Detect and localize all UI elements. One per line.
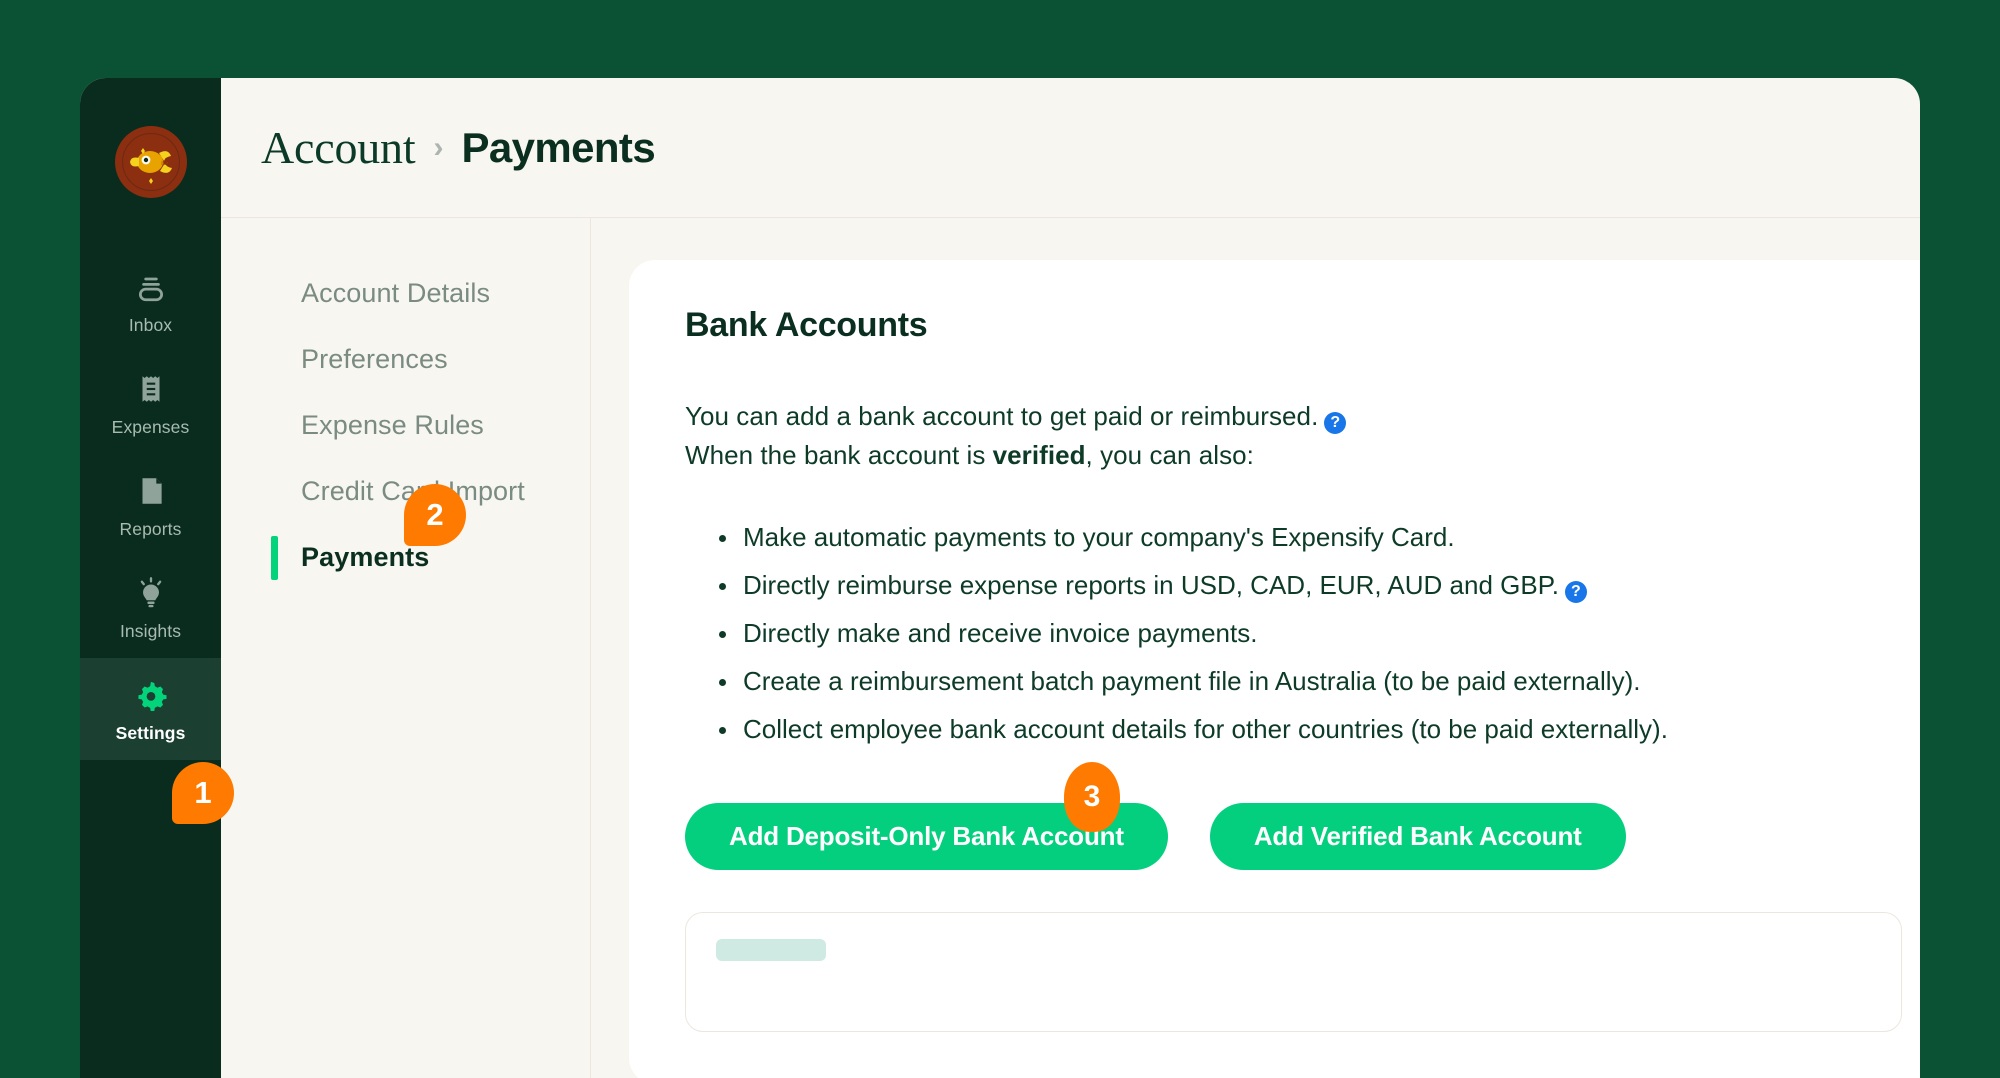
sidebar-item-label: Expenses (111, 417, 190, 437)
bank-accounts-card: Bank Accounts You can add a bank account… (629, 260, 1920, 1078)
sidebar-item-settings[interactable]: Settings (80, 658, 221, 760)
top-bar: Account › Payments (221, 78, 1920, 218)
list-item: Make automatic payments to your company'… (685, 513, 1902, 561)
list-item: Collect employee bank account details fo… (685, 705, 1902, 753)
active-indicator-bar (271, 536, 278, 580)
breadcrumb-parent[interactable]: Account (261, 121, 416, 174)
help-icon[interactable]: ? (1564, 581, 1587, 603)
subnav-item-preferences[interactable]: Preferences (221, 326, 590, 392)
sidebar-item-expenses[interactable]: Expenses (80, 352, 221, 454)
placeholder-chip (716, 939, 826, 961)
sidebar-item-label: Reports (119, 519, 182, 539)
subnav-item-label: Preferences (301, 343, 448, 374)
gear-icon (137, 681, 167, 712)
chevron-right-icon: › (433, 130, 444, 164)
inbox-icon (138, 277, 163, 302)
intro-line-2-bold: verified (992, 440, 1086, 470)
breadcrumb-current: Payments (461, 123, 656, 171)
step-badge-3: 3 (1064, 762, 1120, 832)
breadcrumb: Account › Payments (261, 121, 656, 174)
primary-sidebar: Inbox Expenses Reports Insights Settings (80, 78, 221, 1078)
list-item-text: Directly reimburse expense reports in US… (743, 570, 1559, 600)
intro-paragraph: You can add a bank account to get paid o… (685, 397, 1902, 475)
sidebar-item-label: Settings (115, 723, 186, 743)
main-content: Bank Accounts You can add a bank account… (591, 218, 1920, 1078)
app-window: Inbox Expenses Reports Insights Settings… (80, 78, 1920, 1078)
add-verified-bank-account-button[interactable]: Add Verified Bank Account (1209, 803, 1626, 870)
subnav-item-label: Expense Rules (301, 409, 484, 440)
intro-line-1: You can add a bank account to get paid o… (685, 401, 1319, 431)
intro-line-2-suffix: , you can also: (1085, 440, 1254, 470)
subnav-item-label: Payments (301, 541, 430, 572)
intro-line-2-prefix: When the bank account is (685, 440, 993, 470)
list-item-text: Make automatic payments to your company'… (743, 522, 1455, 552)
benefits-list: Make automatic payments to your company'… (685, 513, 1902, 753)
list-item: Directly reimburse expense reports in US… (685, 561, 1902, 609)
list-item-text: Create a reimbursement batch payment fil… (743, 666, 1641, 696)
help-icon[interactable]: ? (1324, 412, 1347, 434)
sidebar-item-insights[interactable]: Insights (80, 556, 221, 658)
sidebar-item-reports[interactable]: Reports (80, 454, 221, 556)
document-icon (142, 478, 162, 504)
receipt-icon (142, 376, 159, 402)
avatar-ring (121, 133, 180, 191)
sidebar-item-label: Insights (119, 621, 182, 641)
lightbulb-icon (140, 577, 161, 608)
content-pane: Account › Payments Account Details Prefe… (221, 78, 1920, 1078)
list-item: Directly make and receive invoice paymen… (685, 609, 1902, 657)
secondary-nav: Account Details Preferences Expense Rule… (221, 218, 591, 1078)
subnav-item-expense-rules[interactable]: Expense Rules (221, 392, 590, 458)
list-item: Create a reimbursement batch payment fil… (685, 657, 1902, 705)
body-row: Account Details Preferences Expense Rule… (221, 218, 1920, 1078)
list-item-text: Directly make and receive invoice paymen… (743, 618, 1258, 648)
page-title: Bank Accounts (685, 306, 928, 344)
subnav-item-account-details[interactable]: Account Details (221, 260, 590, 326)
list-item-text: Collect employee bank account details fo… (743, 714, 1668, 744)
step-badge-1: 1 (172, 762, 234, 824)
fish-avatar[interactable] (114, 126, 187, 198)
bank-account-buttons: Add Deposit-Only Bank Account Add Verifi… (685, 803, 1902, 870)
sidebar-item-label: Inbox (128, 315, 173, 335)
lower-panel (685, 912, 1902, 1032)
subnav-item-label: Account Details (301, 277, 491, 308)
sidebar-item-inbox[interactable]: Inbox (80, 250, 221, 352)
step-badge-2: 2 (404, 484, 466, 546)
